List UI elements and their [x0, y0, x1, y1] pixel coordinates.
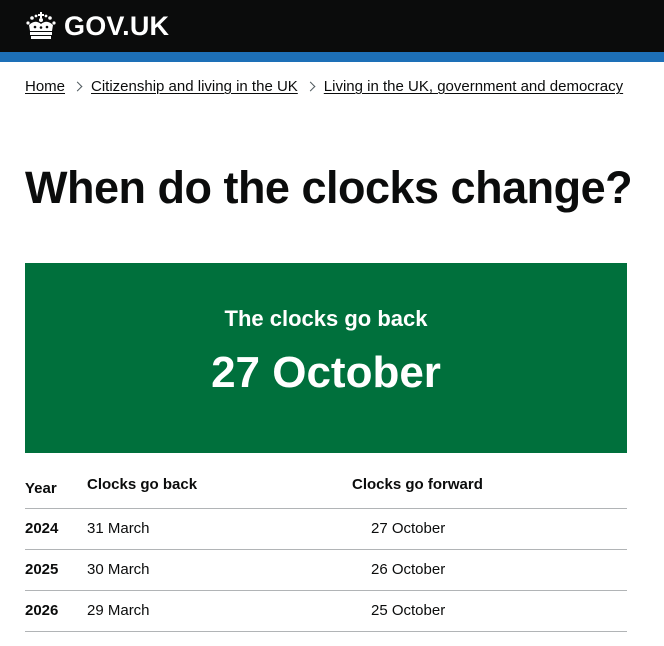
- table-cell-back: 29 March: [87, 590, 352, 632]
- breadcrumb-link-home[interactable]: Home: [25, 78, 65, 95]
- table-cell-back: 30 March: [87, 549, 352, 591]
- govuk-logo-link[interactable]: GOV.UK: [25, 9, 169, 43]
- table-header-row: Year Clocks go back Clocks go forward: [25, 463, 627, 509]
- answer-panel: The clocks go back 27 October: [25, 263, 627, 453]
- table-cell-back: 31 March: [87, 508, 352, 550]
- clock-change-table: Year Clocks go back Clocks go forward 20…: [25, 463, 627, 632]
- chevron-right-icon: [72, 81, 83, 92]
- panel-value: 27 October: [211, 348, 441, 397]
- table-cell-forward: 25 October: [352, 590, 627, 632]
- breadcrumb-link-living-in-uk[interactable]: Living in the UK, government and democra…: [324, 78, 623, 95]
- crown-icon: [25, 11, 57, 41]
- column-header-year: Year: [25, 463, 87, 509]
- table-row: 2024 31 March 27 October: [25, 508, 627, 550]
- table-row: 2025 30 March 26 October: [25, 549, 627, 591]
- breadcrumb: Home Citizenship and living in the UK Li…: [25, 78, 623, 95]
- table-cell-year: 2026: [25, 590, 87, 632]
- table-cell-forward: 26 October: [352, 549, 627, 591]
- table-row: 2026 29 March 25 October: [25, 590, 627, 632]
- breadcrumb-link-citizenship[interactable]: Citizenship and living in the UK: [91, 78, 298, 95]
- header-accent-bar: [0, 52, 664, 62]
- panel-label: The clocks go back: [224, 306, 428, 331]
- column-header-clocks-go-back: Clocks go back: [87, 463, 352, 509]
- chevron-right-icon: [305, 81, 316, 92]
- page-title: When do the clocks change?: [25, 162, 633, 213]
- govuk-logo-text: GOV.UK: [64, 11, 170, 41]
- table-cell-year: 2025: [25, 549, 87, 591]
- table-cell-forward: 27 October: [352, 508, 627, 550]
- table-cell-year: 2024: [25, 508, 87, 550]
- column-header-clocks-go-forward: Clocks go forward: [352, 463, 627, 509]
